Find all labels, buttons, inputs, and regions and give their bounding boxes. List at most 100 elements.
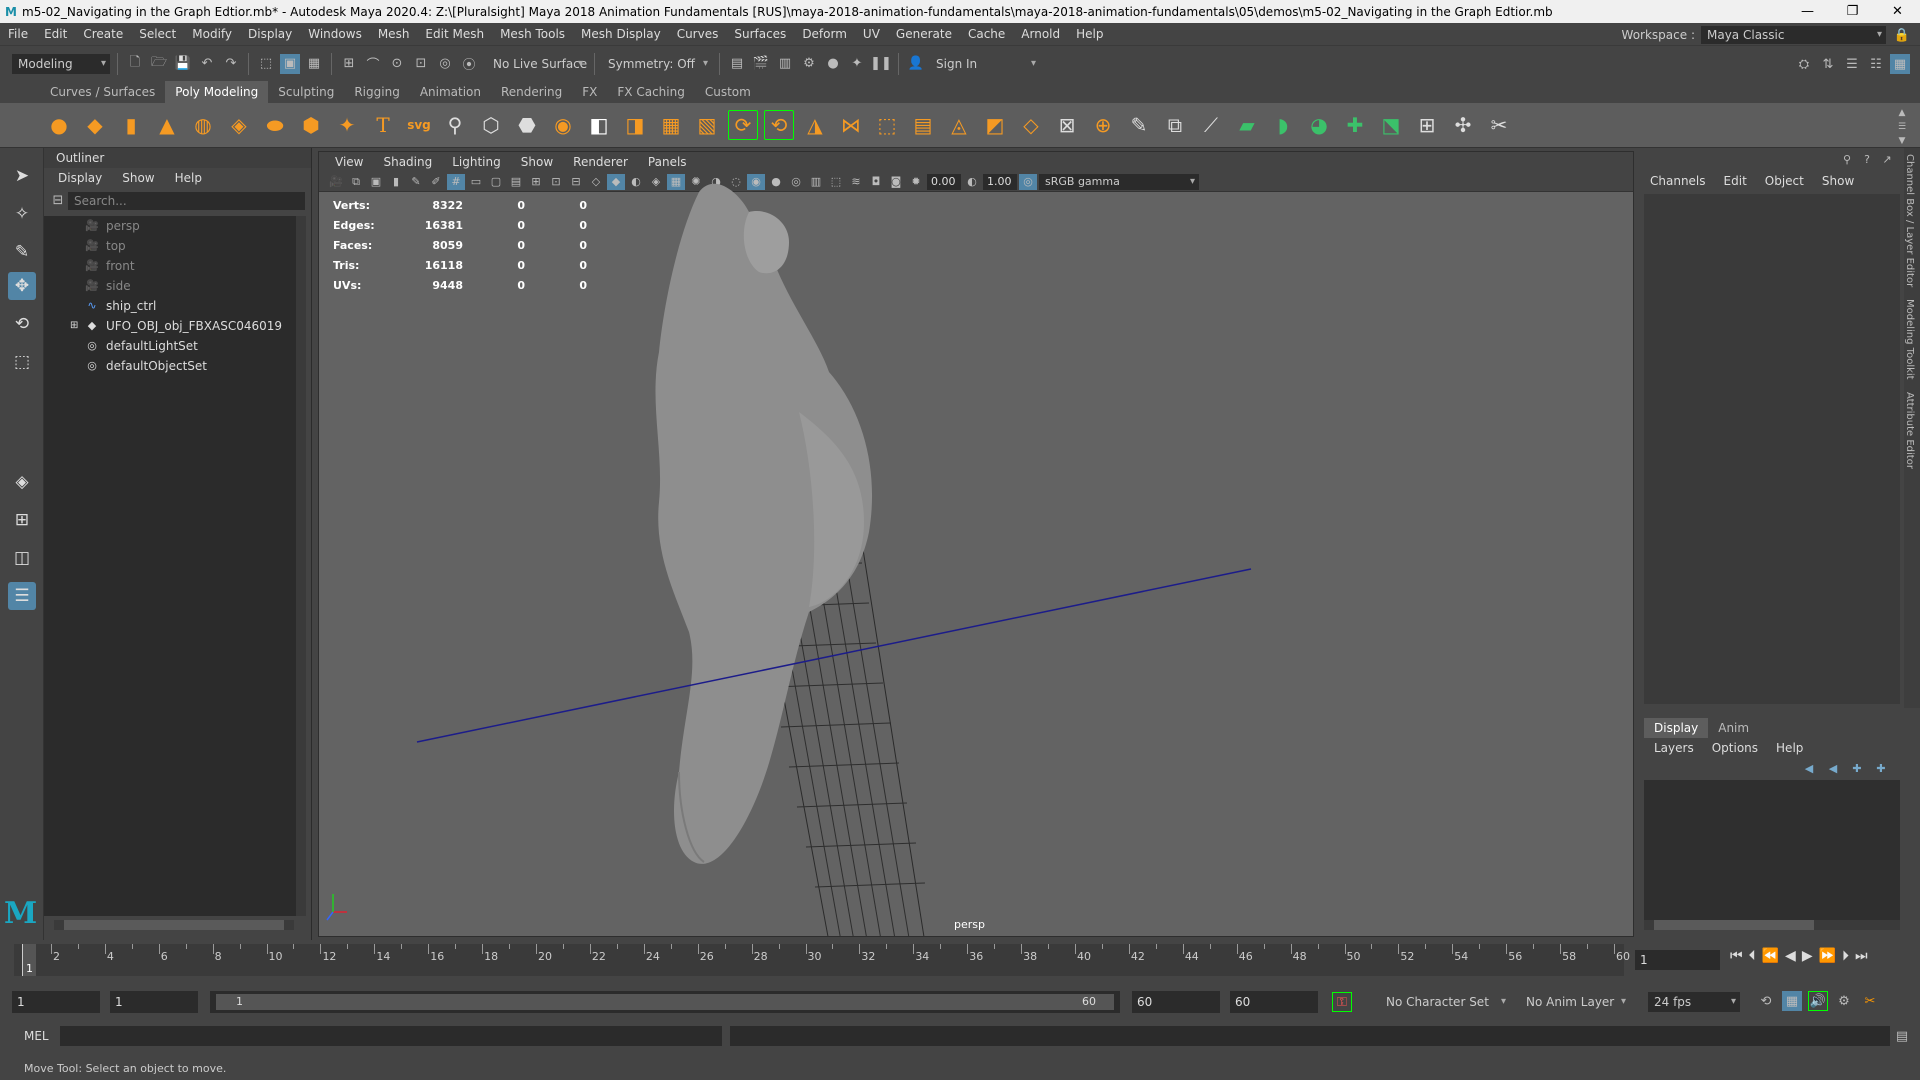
current-frame-field[interactable]: 1 — [1635, 950, 1720, 970]
tab-curves-surfaces[interactable]: Curves / Surfaces — [40, 81, 165, 103]
grid-icon[interactable]: # — [447, 173, 465, 190]
new-layer-selected-icon[interactable]: ✚ — [1872, 760, 1890, 776]
boolean-icon[interactable]: ◧ — [584, 110, 614, 140]
outliner-menu-show[interactable]: Show — [122, 168, 154, 188]
hypershade-icon[interactable]: ● — [823, 54, 843, 74]
super-shape-icon[interactable]: ✦ — [332, 110, 362, 140]
list-item[interactable]: ◎ defaultObjectSet — [44, 356, 304, 376]
safe-action-icon[interactable]: ⊡ — [547, 174, 565, 190]
render-settings-icon[interactable]: ⚙ — [799, 54, 819, 74]
list-item[interactable]: 🎥 front — [44, 256, 304, 276]
ipr-render-icon[interactable]: ▥ — [775, 54, 795, 74]
menu-uv[interactable]: UV — [855, 23, 888, 45]
sound-icon[interactable]: 🔊 — [1808, 991, 1828, 1011]
panel-layout-icon[interactable]: ▦ — [1890, 54, 1910, 74]
spherical-uv-icon[interactable]: ◕ — [1304, 110, 1334, 140]
lasso-tool-icon[interactable]: ✧ — [8, 200, 36, 228]
rotate-tool-icon[interactable]: ⟲ — [8, 310, 36, 338]
textured-icon[interactable]: ▦ — [667, 173, 685, 190]
xray-icon[interactable]: ◉ — [747, 173, 765, 190]
live-surface-field[interactable]: No Live Surface — [487, 53, 587, 74]
step-forward-key-icon[interactable]: ⏩ — [1819, 948, 1836, 964]
layers-menu[interactable]: Layers — [1654, 738, 1694, 758]
append-polygon-icon[interactable]: ▤ — [908, 110, 938, 140]
start-time-field[interactable]: 1 — [12, 991, 100, 1013]
menu-surfaces[interactable]: Surfaces — [726, 23, 794, 45]
camera-attributes-icon[interactable]: ⧉ — [347, 174, 365, 190]
move-tool-icon[interactable]: ✥ — [8, 272, 36, 300]
menu-mesh-tools[interactable]: Mesh Tools — [492, 23, 573, 45]
snap-curve-icon[interactable]: ⌒ — [363, 54, 383, 74]
automatic-uv-icon[interactable]: ✚ — [1340, 110, 1370, 140]
channel-box-help-icon[interactable]: ? — [1860, 152, 1874, 166]
step-back-frame-icon[interactable]: ⏴ — [1749, 948, 1756, 964]
shelf-scroll-up-icon[interactable]: ▲ — [1892, 107, 1912, 119]
symmetry-dropdown[interactable]: Symmetry: Off — [602, 53, 712, 74]
viewport-menu-lighting[interactable]: Lighting — [442, 155, 511, 169]
safe-title-icon[interactable]: ⊟ — [567, 174, 585, 190]
channel-box-icon[interactable]: ☷ — [1866, 54, 1886, 74]
use-all-lights-icon[interactable]: ✺ — [687, 174, 705, 190]
menu-create[interactable]: Create — [75, 23, 131, 45]
viewport-panel[interactable]: View Shading Lighting Show Renderer Pane… — [318, 151, 1634, 937]
time-slider-track[interactable]: 2 4 6 8 10 12 14 16 18 20 22 24 26 28 30 32 34 36 38 40 42 44… — [14, 944, 1630, 976]
anim-layer-dropdown[interactable]: No Anim Layer — [1520, 992, 1630, 1012]
undo-icon[interactable]: ↶ — [197, 54, 217, 74]
move-layer-up-icon[interactable]: ◀ — [1800, 760, 1818, 776]
list-item[interactable]: ∿ ship_ctrl — [44, 296, 304, 316]
menu-set-dropdown[interactable]: Modeling — [12, 53, 110, 74]
combine-icon[interactable]: ⬡ — [476, 110, 506, 140]
scale-tool-icon[interactable]: ⬚ — [8, 348, 36, 376]
close-button[interactable]: ✕ — [1875, 0, 1920, 23]
paint-select-tool-icon[interactable]: ✎ — [8, 238, 36, 266]
wireframe-icon[interactable]: ◇ — [587, 174, 605, 190]
side-tab-modeling-toolkit[interactable]: Modeling Toolkit — [1904, 293, 1915, 386]
ambient-occlusion-icon[interactable]: ◌ — [727, 174, 745, 190]
subdivide-icon[interactable]: ⊕ — [1088, 110, 1118, 140]
channel-box-menu-channels[interactable]: Channels — [1650, 170, 1706, 192]
play-forward-icon[interactable]: ▶ — [1802, 948, 1813, 964]
options-menu[interactable]: Options — [1712, 738, 1758, 758]
reduce-icon[interactable]: ◇ — [1016, 110, 1046, 140]
layer-list[interactable] — [1644, 780, 1900, 930]
current-time-indicator[interactable]: 1 — [22, 944, 36, 976]
fps-dropdown[interactable]: 24 fps — [1648, 992, 1740, 1012]
make-hole-icon[interactable]: ⬚ — [872, 110, 902, 140]
cache-playback-icon[interactable]: ▦ — [1782, 991, 1802, 1011]
triangulate-icon[interactable]: ◬ — [944, 110, 974, 140]
outliner-layout-icon[interactable]: ☰ — [8, 582, 36, 610]
tool-settings-icon[interactable]: ☰ — [1842, 54, 1862, 74]
filter-icon[interactable]: ⊟ — [48, 190, 68, 210]
menu-generate[interactable]: Generate — [888, 23, 960, 45]
snap-surface-icon[interactable]: ◎ — [435, 54, 455, 74]
character-set-dropdown[interactable]: No Character Set — [1380, 992, 1510, 1012]
menu-mesh-display[interactable]: Mesh Display — [573, 23, 669, 45]
svg-tool-icon[interactable]: svg — [404, 110, 434, 140]
bookmark-icon[interactable]: ▣ — [367, 174, 385, 190]
four-view-layout-icon[interactable]: ⊞ — [8, 506, 36, 534]
tab-anim-layers[interactable]: Anim — [1708, 718, 1759, 738]
go-to-end-icon[interactable]: ⏭ — [1855, 948, 1868, 964]
transfer-attributes-icon[interactable]: ⊞ — [1412, 110, 1442, 140]
outliner-menu-help[interactable]: Help — [175, 168, 202, 188]
viewport-menu-shading[interactable]: Shading — [373, 155, 442, 169]
mirror-icon[interactable]: ◨ — [620, 110, 650, 140]
single-perspective-layout-icon[interactable]: ◈ — [8, 468, 36, 496]
minimize-button[interactable]: — — [1785, 0, 1830, 23]
gate-mask-icon[interactable]: ▤ — [507, 174, 525, 190]
side-tab-attribute-editor[interactable]: Attribute Editor — [1904, 386, 1915, 475]
step-forward-frame-icon[interactable]: ⏵ — [1842, 948, 1849, 964]
shelf-scroll-down-icon[interactable]: ▼ — [1892, 135, 1912, 147]
list-item[interactable]: 🎥 side — [44, 276, 304, 296]
select-component-icon[interactable]: ▦ — [304, 54, 324, 74]
extrude-icon[interactable]: ▦ — [656, 110, 686, 140]
planar-uv-icon[interactable]: ▰ — [1232, 110, 1262, 140]
list-item[interactable]: 🎥 top — [44, 236, 304, 256]
merge-icon[interactable]: ⋈ — [836, 110, 866, 140]
redo-icon[interactable]: ↷ — [221, 54, 241, 74]
modeling-toolkit-icon[interactable]: ⛭ — [1794, 54, 1814, 74]
menu-edit[interactable]: Edit — [36, 23, 75, 45]
lock-icon[interactable]: 🔒 — [1892, 25, 1912, 45]
menu-windows[interactable]: Windows — [300, 23, 370, 45]
poly-sphere-icon[interactable]: ● — [44, 110, 74, 140]
